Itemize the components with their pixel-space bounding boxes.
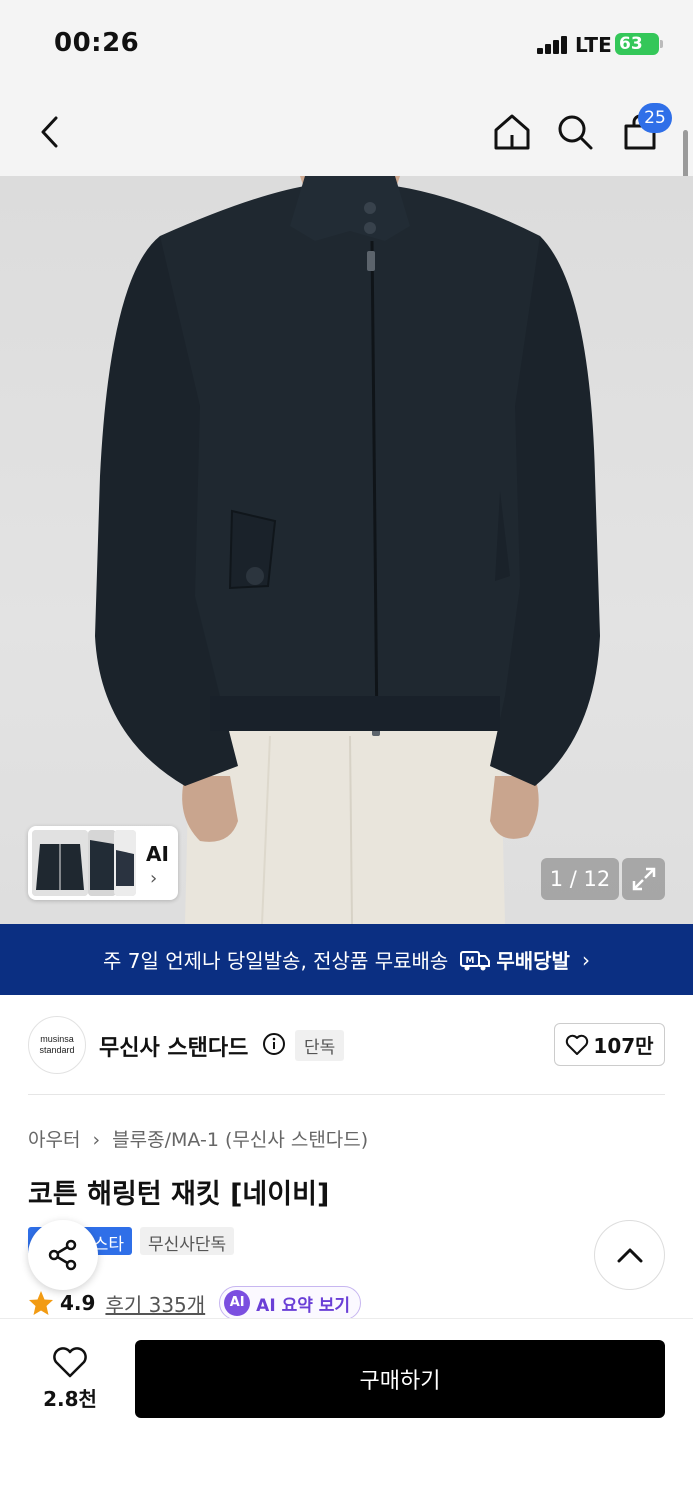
home-button[interactable] — [488, 108, 536, 156]
breadcrumb-subcategory[interactable]: 블루종/MA-1 (무신사 스탠다드) — [112, 1129, 368, 1151]
brand-logo-line1: musinsa — [40, 1034, 74, 1044]
status-bar: 00:26 LTE 63 — [0, 0, 693, 88]
back-icon — [41, 116, 58, 148]
back-button[interactable] — [26, 108, 74, 156]
product-image[interactable] — [0, 176, 693, 924]
buy-button[interactable]: 구매하기 — [135, 1340, 665, 1418]
chevron-right-icon: › — [581, 947, 590, 972]
thumbnail-image — [114, 830, 136, 896]
star-icon — [29, 1291, 53, 1315]
exclusive-badge: 무신사단독 — [140, 1227, 235, 1255]
banner-text: 주 7일 언제나 당일발송, 전상품 무료배송 — [103, 949, 449, 973]
brand-name[interactable]: 무신사 스탠다드 — [99, 1030, 248, 1062]
search-icon — [558, 115, 593, 150]
banner-brand: M 무배당발 — [460, 945, 570, 974]
status-time: 00:26 — [54, 28, 140, 58]
banner-brand-label: 무배당발 — [496, 949, 570, 973]
share-button[interactable] — [28, 1220, 98, 1290]
home-icon — [494, 114, 530, 150]
ai-label: AI — [146, 842, 169, 866]
thumbnail-image — [88, 830, 116, 896]
scroll-top-button[interactable] — [594, 1220, 665, 1290]
breadcrumb: 아우터 › 블루종/MA-1 (무신사 스탠다드) — [28, 1125, 368, 1152]
breadcrumb-category[interactable]: 아우터 — [28, 1129, 80, 1151]
signal-icon — [537, 36, 569, 54]
brand-like-count: 107만 — [593, 1034, 654, 1058]
divider — [28, 1094, 665, 1095]
battery-icon: 63 — [615, 33, 663, 55]
heart-icon — [53, 1346, 87, 1377]
review-link[interactable]: 후기 335개 — [105, 1289, 205, 1318]
chevron-right-icon: › — [150, 868, 158, 889]
ai-summary-button[interactable]: AI AI 요약 보기 — [219, 1286, 362, 1320]
brand-logo-line2: standard — [39, 1045, 75, 1055]
heart-icon — [566, 1034, 589, 1055]
delivery-banner[interactable]: 주 7일 언제나 당일발송, 전상품 무료배송 M 무배당발 › — [0, 924, 693, 995]
top-nav — [0, 88, 693, 176]
ai-summary-label: AI 요약 보기 — [256, 1295, 351, 1316]
thumbnail-image — [32, 830, 88, 896]
exclusive-badge: 단독 — [295, 1030, 345, 1061]
expand-button[interactable] — [622, 858, 665, 900]
product-title: 코튼 해링턴 재킷 [네이비] — [28, 1179, 330, 1210]
info-icon[interactable] — [262, 1032, 286, 1056]
wishlist-count: 2.8천 — [43, 1386, 97, 1411]
chevron-right-icon: › — [92, 1129, 101, 1151]
chevron-up-icon — [617, 1248, 642, 1263]
svg-text:M: M — [466, 956, 475, 966]
cart-count-badge: 25 — [638, 103, 672, 133]
search-button[interactable] — [551, 108, 599, 156]
ai-icon: AI — [224, 1290, 251, 1316]
expand-icon — [632, 867, 655, 891]
truck-icon: M — [460, 950, 491, 970]
brand-like-button[interactable]: 107만 — [554, 1023, 665, 1066]
rating-value: 4.9 — [60, 1291, 96, 1315]
brand-logo[interactable]: musinsa standard — [28, 1016, 86, 1074]
product-photo — [95, 176, 600, 924]
rating-row: 4.9 후기 335개 AI AI 요약 보기 — [28, 1286, 362, 1320]
share-icon — [48, 1239, 77, 1271]
image-page-counter: 1 / 12 — [541, 858, 619, 900]
wishlist-button[interactable]: 2.8천 — [30, 1340, 110, 1418]
network-label: LTE — [575, 33, 612, 57]
